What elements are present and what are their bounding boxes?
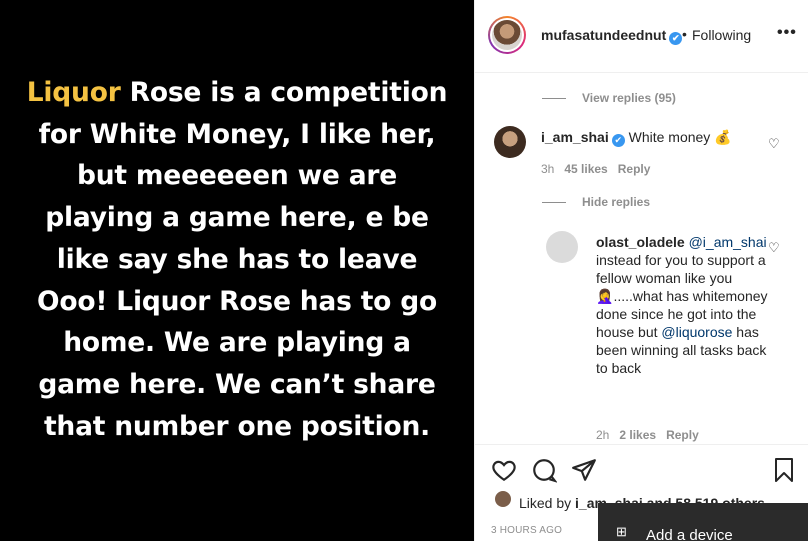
post-text-highlight: Liquor <box>26 77 121 108</box>
post-image: Liquor Rose is a competition for White M… <box>0 0 474 541</box>
comment-time: 3h <box>541 162 555 176</box>
commenter-avatar-i-am-shai[interactable] <box>494 126 526 158</box>
mention-link[interactable]: @liquorose <box>661 324 732 340</box>
comment-time: 2h <box>596 428 610 442</box>
reply-button[interactable]: Reply <box>618 162 651 176</box>
comment-panel: mufasatundeednut ✔ • Following ••• View r… <box>474 0 808 542</box>
reply-button[interactable]: Reply <box>666 428 699 442</box>
like-comment-heart-icon[interactable]: ♡ <box>768 240 780 256</box>
commenter-avatar-olast-oladele[interactable] <box>546 231 578 263</box>
comment-text: White money <box>628 129 711 145</box>
comment-username[interactable]: olast_oladele <box>596 234 685 250</box>
view-replies-button[interactable]: View replies (95) <box>542 91 676 105</box>
post-header: mufasatundeednut ✔ • Following ••• <box>475 0 808 73</box>
comment-text: instead for you to support a fellow woma… <box>596 252 766 286</box>
liker-avatar[interactable] <box>495 491 511 507</box>
separator-dot: • <box>682 26 687 42</box>
like-heart-icon[interactable] <box>491 457 517 490</box>
author-username[interactable]: mufasatundeednut ✔ <box>541 27 683 45</box>
device-icon: ⊞ <box>616 524 627 539</box>
author-avatar[interactable] <box>488 16 526 54</box>
comment-olast-oladele: olast_oladele @i_am_shai instead for you… <box>596 233 768 377</box>
money-bag-emoji: 💰 <box>714 129 732 145</box>
comment-likes[interactable]: 2 likes <box>619 428 656 442</box>
comment-meta: 3h 45 likes Reply <box>541 162 650 176</box>
post-text-body: Rose is a competition for White Money, I… <box>37 77 448 442</box>
hide-replies-button[interactable]: Hide replies <box>542 195 650 209</box>
following-button[interactable]: Following <box>692 27 751 43</box>
comment-likes[interactable]: 45 likes <box>564 162 607 176</box>
verified-icon: ✔ <box>611 134 625 147</box>
post-text: Liquor Rose is a competition for White M… <box>20 72 454 447</box>
post-timestamp: 3 HOURS AGO <box>491 525 563 536</box>
verified-icon: ✔ <box>669 32 683 45</box>
comment-icon[interactable] <box>531 457 558 490</box>
like-comment-heart-icon[interactable]: ♡ <box>768 136 780 152</box>
comment-username[interactable]: i_am_shai <box>541 129 609 145</box>
more-options-icon[interactable]: ••• <box>777 24 797 42</box>
add-device-toast[interactable]: ⊞ Add a device <box>598 503 808 544</box>
bookmark-icon[interactable] <box>772 457 796 490</box>
add-device-label[interactable]: Add a device <box>646 527 733 544</box>
share-icon[interactable] <box>571 457 597 490</box>
comment-i-am-shai: i_am_shai ✔ White money 💰 <box>541 128 771 147</box>
mention-link[interactable]: @i_am_shai <box>689 234 767 250</box>
facepalm-emoji: 🤦‍♀️ <box>596 288 614 304</box>
comment-meta: 2h 2 likes Reply <box>596 428 699 442</box>
